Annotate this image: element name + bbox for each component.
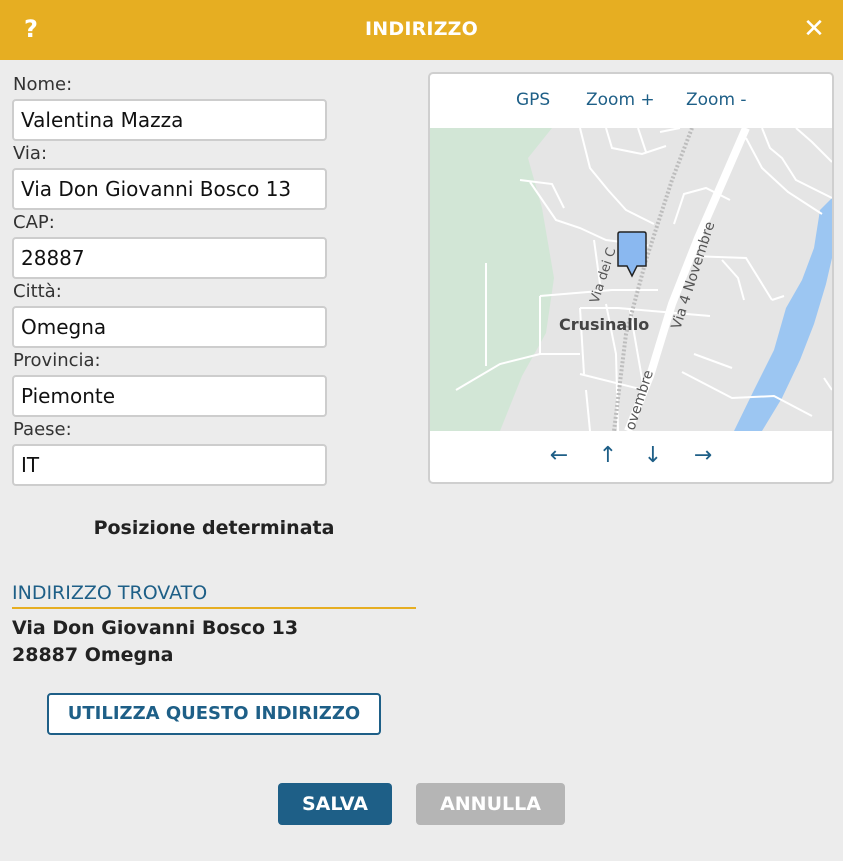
pan-left-icon[interactable]: ← <box>544 443 574 468</box>
name-input[interactable] <box>12 99 327 141</box>
map-place-label: Crusinallo <box>559 315 649 334</box>
zoom-in-button[interactable]: Zoom + <box>586 90 655 110</box>
pan-up-icon[interactable]: ↑ <box>593 443 623 468</box>
pan-right-icon[interactable]: → <box>688 443 718 468</box>
found-address-line1: Via Don Giovanni Bosco 13 <box>12 617 299 639</box>
province-label: Provincia: <box>13 350 101 371</box>
map-nav: ← ↑ ↓ → <box>430 431 832 482</box>
city-label: Città: <box>13 281 62 302</box>
map-toolbar: GPS Zoom + Zoom - <box>430 74 832 128</box>
province-input[interactable] <box>12 375 327 417</box>
pan-down-icon[interactable]: ↓ <box>638 443 668 468</box>
map-canvas[interactable]: Via dei C Via 4 Novembre ovembre Crusina… <box>430 126 832 433</box>
zip-input[interactable] <box>12 237 327 279</box>
use-address-button[interactable]: UTILIZZA QUESTO INDIRIZZO <box>47 693 381 735</box>
close-button[interactable]: ✕ <box>799 12 829 46</box>
cancel-button[interactable]: ANNULLA <box>416 783 565 825</box>
save-button[interactable]: SALVA <box>278 783 392 825</box>
found-address-line2: 28887 Omegna <box>12 644 174 666</box>
street-input[interactable] <box>12 168 327 210</box>
city-input[interactable] <box>12 306 327 348</box>
map-view[interactable]: Via dei C Via 4 Novembre ovembre Crusina… <box>430 126 832 433</box>
help-button[interactable]: ? <box>18 12 44 46</box>
country-label: Paese: <box>13 419 72 440</box>
dialog-header: INDIRIZZO ? ✕ <box>0 0 843 60</box>
zoom-out-button[interactable]: Zoom - <box>686 90 747 110</box>
position-status: Posizione determinata <box>93 517 335 539</box>
map-panel: GPS Zoom + Zoom - Via dei C Via 4 Novemb… <box>428 72 834 484</box>
street-label: Via: <box>13 143 48 164</box>
zip-label: CAP: <box>13 212 55 233</box>
country-input[interactable] <box>12 444 327 486</box>
dialog-title: INDIRIZZO <box>364 18 479 40</box>
gps-button[interactable]: GPS <box>516 90 550 110</box>
found-address-heading: INDIRIZZO TROVATO <box>12 582 416 609</box>
name-label: Nome: <box>13 74 73 95</box>
